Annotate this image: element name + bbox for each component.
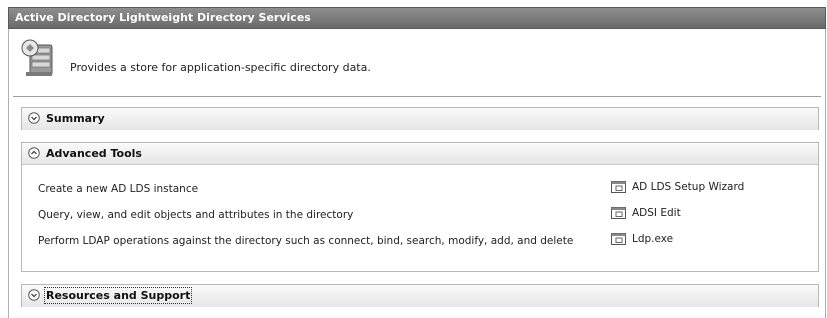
- chevron-up-icon[interactable]: [28, 147, 40, 159]
- window-icon: [611, 181, 626, 193]
- chevron-down-icon[interactable]: [28, 289, 40, 301]
- summary-header[interactable]: Summary: [22, 108, 818, 130]
- tool-description: Perform LDAP operations against the dire…: [38, 235, 574, 247]
- tool-link-label[interactable]: ADSI Edit: [632, 207, 681, 219]
- adsi-edit-link[interactable]: ADSI Edit: [611, 207, 681, 219]
- tool-link-label[interactable]: AD LDS Setup Wizard: [632, 181, 744, 193]
- divider: [13, 96, 821, 97]
- role-header: Provides a store for application-specifi…: [9, 29, 825, 95]
- server-icon: [21, 39, 53, 76]
- window-title: Active Directory Lightweight Directory S…: [8, 7, 826, 29]
- tool-description: Create a new AD LDS instance: [38, 183, 199, 195]
- tool-link-label[interactable]: Ldp.exe: [632, 233, 673, 245]
- summary-title: Summary: [46, 112, 105, 125]
- resources-support-section: Resources and Support: [21, 284, 819, 307]
- main-panel: Provides a store for application-specifi…: [8, 29, 826, 318]
- tool-description: Query, view, and edit objects and attrib…: [38, 209, 354, 221]
- advanced-tools-header[interactable]: Advanced Tools: [22, 143, 818, 165]
- role-description: Provides a store for application-specifi…: [70, 61, 371, 74]
- summary-section: Summary: [21, 107, 819, 130]
- advanced-tools-title: Advanced Tools: [46, 147, 142, 160]
- chevron-down-icon[interactable]: [28, 112, 40, 124]
- window-icon: [611, 207, 626, 219]
- ldp-exe-link[interactable]: Ldp.exe: [611, 233, 673, 245]
- resources-support-header[interactable]: Resources and Support: [22, 285, 818, 307]
- advanced-tools-section: Advanced Tools Create a new AD LDS insta…: [21, 142, 819, 272]
- resources-support-title: Resources and Support: [43, 287, 193, 304]
- window-icon: [611, 233, 626, 245]
- ad-lds-setup-wizard-link[interactable]: AD LDS Setup Wizard: [611, 181, 744, 193]
